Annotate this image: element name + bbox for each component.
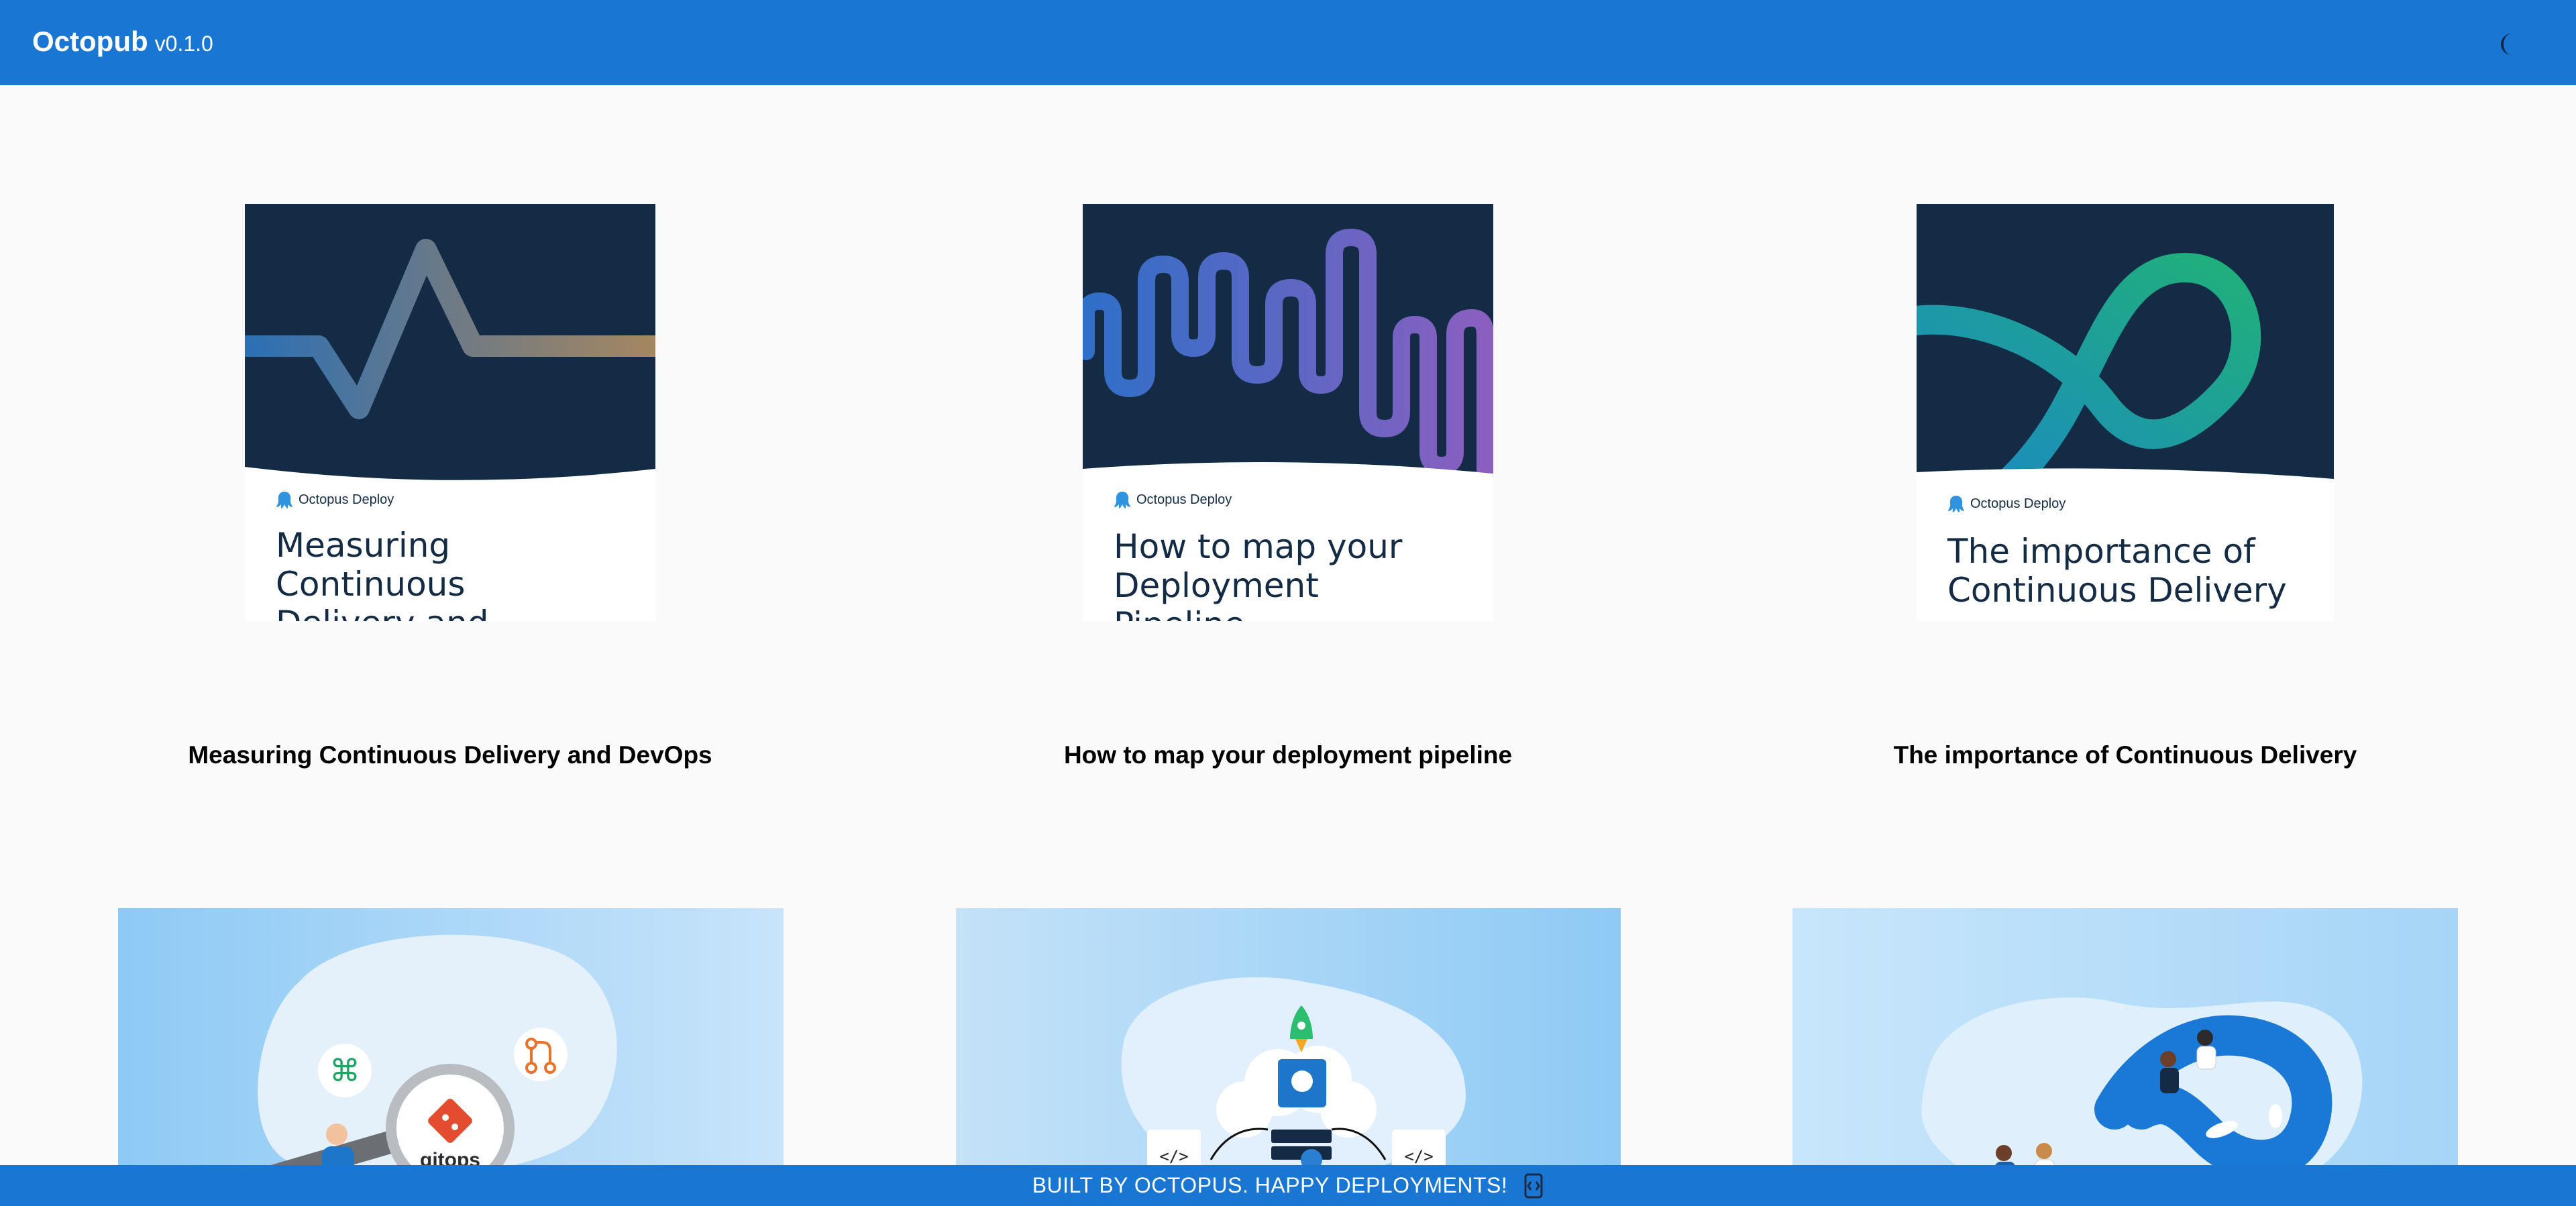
octopus-icon [1278,1059,1326,1107]
blog-grid: Octopus Deploy Measuring Continuous Deli… [0,85,2576,1165]
card-cover-gitops[interactable]: ⌘ ƒx gitops [118,908,784,1165]
cover-title: How to map your Deployment Pipeline [1114,527,1403,621]
card-cover-pipeline[interactable]: Octopus Deploy How to map your Deploymen… [1083,204,1493,621]
card-cover-importance[interactable]: Octopus Deploy The importance of Continu… [1917,204,2334,621]
deployment-illustration: </> </> [1121,977,1466,1165]
card-title-importance[interactable]: The importance of Continuous Delivery [1696,741,2555,769]
cover-brand-text: Octopus Deploy [299,492,394,507]
code-bracket-icon[interactable] [1523,1172,1544,1199]
app-bar: Octopub v0.1.0 [0,0,2576,85]
card-cover-team[interactable] [1792,908,2458,1165]
card-cover-deployments[interactable]: </> </> [956,908,1621,1165]
svg-text:⌘: ⌘ [329,1052,360,1089]
octopus-brand: Octopus Deploy [274,490,394,510]
octopus-logo-icon [276,492,292,508]
gitops-illustration: ⌘ ƒx gitops [258,934,617,1165]
gitops-label: gitops [420,1149,480,1165]
footer: BUILT BY OCTOPUS. HAPPY DEPLOYMENTS! [0,1165,2576,1206]
app-version: v0.1.0 [154,32,213,56]
team-illustration [1921,997,2363,1165]
theme-toggle-button[interactable] [2490,25,2528,63]
code-label-right: </> [1404,1147,1433,1165]
command-icon: ⌘ [318,1044,372,1097]
octopus-brand: Octopus Deploy [1946,494,2065,514]
card-title-pipeline[interactable]: How to map your deployment pipeline [859,741,1717,769]
octopus-brand: Octopus Deploy [1112,490,1232,510]
octopus-logo-icon [1114,492,1130,508]
moon-icon [2501,34,2512,55]
cover-title: The importance of Continuous Delivery [1947,532,2287,610]
brand[interactable]: Octopub v0.1.0 [32,25,213,58]
cover-title: Measuring Continuous Delivery and DevOps [276,526,489,621]
footer-text: BUILT BY OCTOPUS. HAPPY DEPLOYMENTS! [1032,1173,1508,1197]
app-name: Octopub [32,25,148,57]
card-title-measuring[interactable]: Measuring Continuous Delivery and DevOps [21,741,879,769]
cover-brand-text: Octopus Deploy [1970,496,2066,511]
card-cover-measuring[interactable]: Octopus Deploy Measuring Continuous Deli… [245,204,655,621]
code-label-left: </> [1159,1147,1188,1165]
git-pull-request-icon [514,1028,568,1081]
octopus-logo-icon [1948,496,1964,512]
cover-brand-text: Octopus Deploy [1136,492,1232,507]
